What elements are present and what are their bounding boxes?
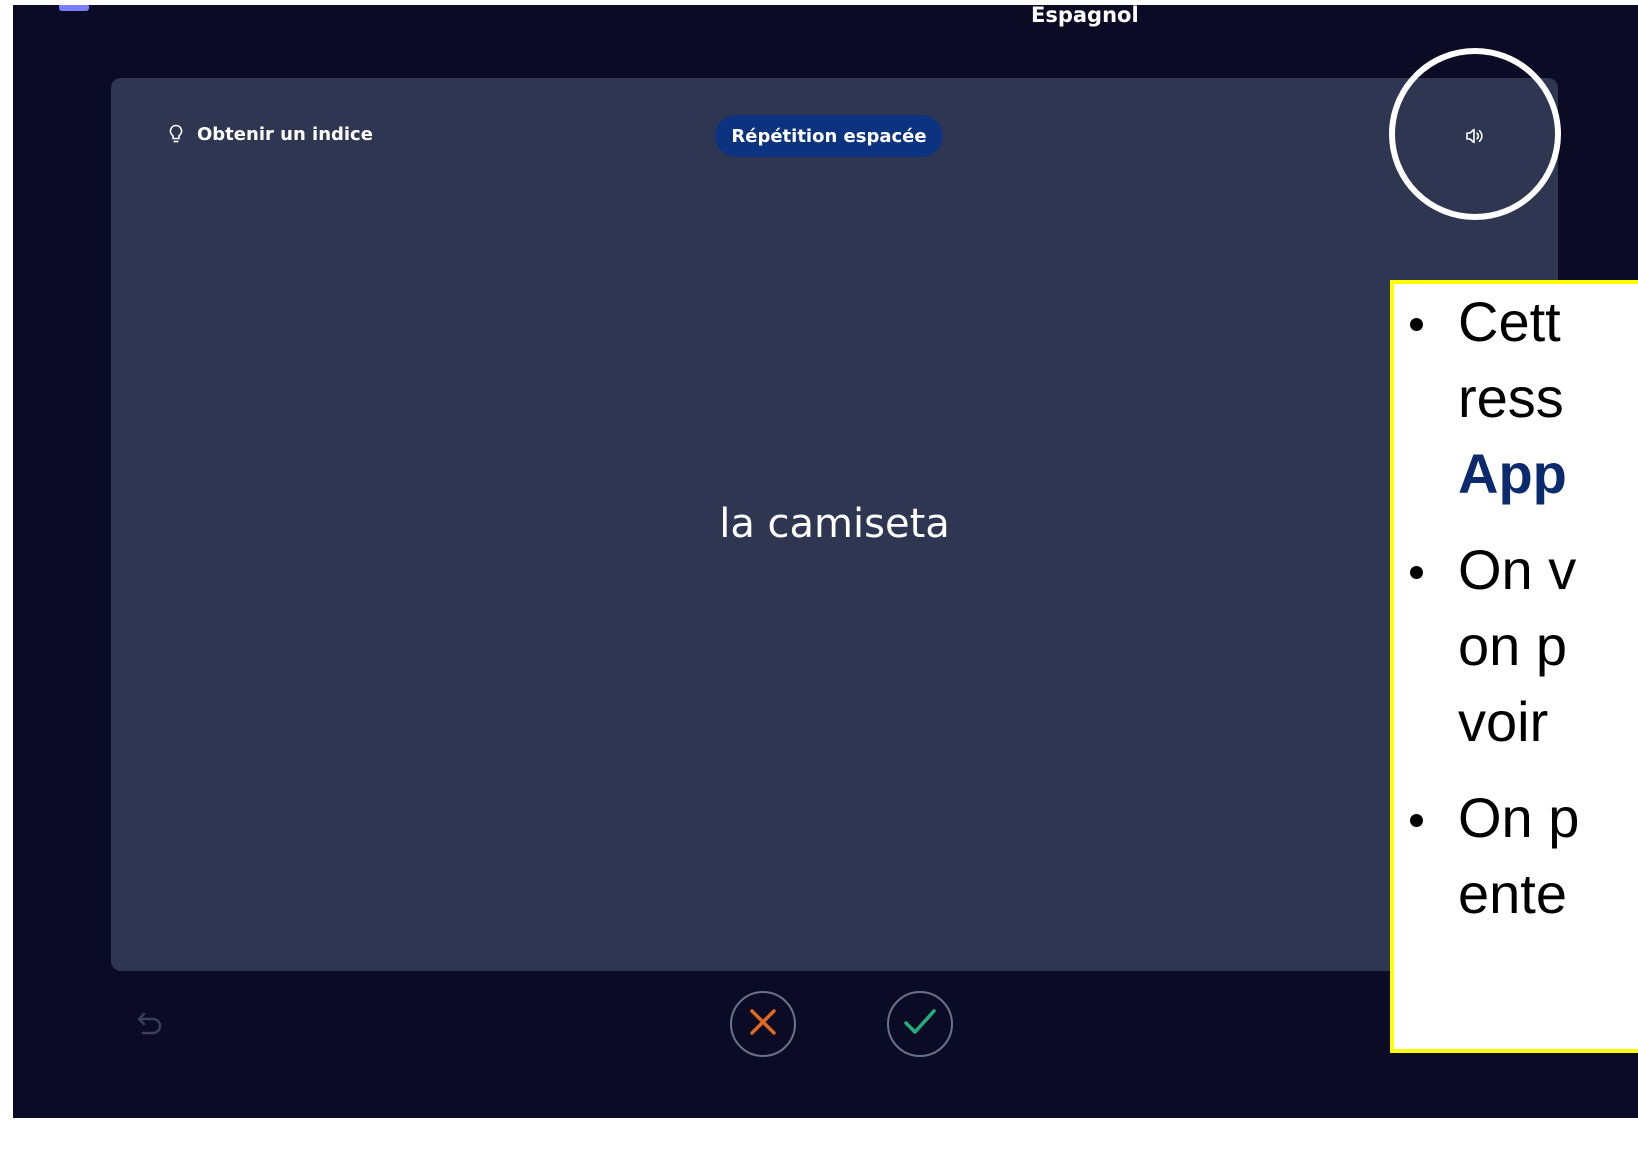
lightbulb-icon (169, 124, 183, 144)
annotation-callout: Cett ress App On v on p voir On p ente (1390, 280, 1638, 1053)
flashcard[interactable]: Obtenir un indice Répétition espacée la … (111, 78, 1558, 971)
mark-wrong-button[interactable] (730, 991, 796, 1057)
hint-button[interactable]: Obtenir un indice (169, 120, 373, 148)
mark-correct-button[interactable] (887, 991, 953, 1057)
hint-label: Obtenir un indice (197, 123, 373, 145)
callout-list: Cett ress App On v on p voir On p ente (1394, 284, 1638, 932)
callout-line: ress (1458, 366, 1564, 429)
callout-line-emphasis: App (1458, 442, 1567, 505)
speaker-highlight-ring (1389, 48, 1561, 220)
page-title: Espagnol (1031, 5, 1139, 27)
flashcard-term: la camiseta (719, 501, 950, 547)
callout-line: Cett (1458, 290, 1561, 353)
callout-line: on p (1458, 614, 1567, 677)
callout-item: Cett ress App (1394, 284, 1638, 512)
cross-icon (748, 1007, 778, 1042)
check-icon (903, 1007, 937, 1042)
undo-icon[interactable] (135, 1008, 169, 1038)
mode-badge: Répétition espacée (715, 115, 943, 157)
callout-line: ente (1458, 862, 1567, 925)
callout-line: voir (1458, 690, 1549, 753)
callout-item: On v on p voir (1394, 532, 1638, 760)
callout-line: On p (1458, 786, 1580, 849)
callout-item: On p ente (1394, 780, 1638, 932)
app-logo[interactable] (59, 5, 89, 11)
callout-line: On v (1458, 538, 1577, 601)
